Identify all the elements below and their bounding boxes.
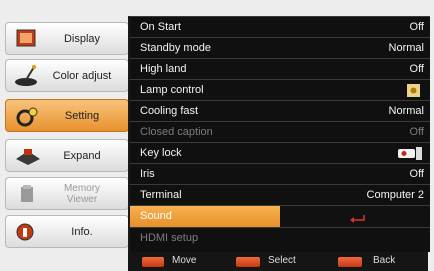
menu-row-label: Cooling fast <box>140 105 199 117</box>
projector-menu-screen: Display Color adjust Setting Expand Memo… <box>0 0 434 271</box>
setting-icon <box>14 105 42 127</box>
sidebar-item-label: Expand <box>63 149 101 162</box>
menu-row-label: Closed caption <box>140 126 213 138</box>
sidebar-item-setting[interactable]: Setting <box>5 99 129 132</box>
menu-row-standby-mode[interactable]: Standby mode Normal <box>130 37 430 59</box>
menu-row-value: Normal <box>388 42 424 54</box>
sidebar-item-label: Display <box>63 32 101 45</box>
menu-row-on-start[interactable]: On Start Off <box>130 16 430 38</box>
menu-row-terminal[interactable]: Terminal Computer 2 <box>130 184 430 206</box>
sidebar-item-label: Color adjust <box>52 69 112 82</box>
sidebar-item-display[interactable]: Display <box>5 22 129 55</box>
menu-row-hdmi-setup: HDMI setup <box>130 227 430 249</box>
menu-row-value: Off <box>409 21 424 33</box>
color-adjust-icon <box>14 64 42 87</box>
menu-row-label: Key lock <box>140 147 182 159</box>
menu-row-value: Off <box>409 126 424 138</box>
menu-row-label: Lamp control <box>140 84 204 96</box>
menu-row-label: Standby mode <box>140 42 211 54</box>
menu-row-label: Sound <box>140 210 172 222</box>
menu-row-closed-caption: Closed caption Off <box>130 121 430 143</box>
expand-icon <box>14 145 42 167</box>
move-button-icon <box>142 257 164 267</box>
menu-row-cooling-fast[interactable]: Cooling fast Normal <box>130 100 430 122</box>
display-icon <box>14 28 42 50</box>
sidebar-item-color-adjust[interactable]: Color adjust <box>5 59 129 92</box>
menu-row-label: HDMI setup <box>140 232 199 244</box>
menu-row-label: On Start <box>140 21 181 33</box>
menu-row-label: Iris <box>140 168 155 180</box>
sound-value-area <box>280 206 430 228</box>
menu-row-iris[interactable]: Iris Off <box>130 163 430 185</box>
sidebar-item-memory-viewer[interactable]: Memory Viewer <box>5 177 129 210</box>
button-guide-bar: Move Select Back <box>128 252 428 271</box>
select-hint: Select <box>268 255 296 266</box>
sidebar-item-expand[interactable]: Expand <box>5 139 129 172</box>
back-button-icon <box>338 257 362 267</box>
memory-viewer-icon <box>14 183 42 205</box>
menu-row-label: High land <box>140 63 187 75</box>
menu-row-key-lock[interactable]: Key lock <box>130 142 430 164</box>
sidebar-item-label: Memory Viewer <box>63 182 101 205</box>
menu-row-value: Computer 2 <box>366 189 424 201</box>
menu-row-value: Off <box>409 168 424 180</box>
menu-row-value: Normal <box>388 105 424 117</box>
menu-row-value: Off <box>409 63 424 75</box>
sidebar-item-label: Info. <box>71 225 93 238</box>
menu-row-sound[interactable]: Sound <box>130 205 430 228</box>
info-icon <box>14 221 42 243</box>
menu-row-lamp-control[interactable]: Lamp control <box>130 79 430 101</box>
setting-menu-panel: On Start Off Standby mode Normal High la… <box>128 16 430 252</box>
back-hint: Back <box>373 255 396 266</box>
menu-row-label: Terminal <box>140 189 182 201</box>
sidebar-item-label: Setting <box>64 109 100 122</box>
select-button-icon <box>236 257 260 267</box>
menu-row-high-land[interactable]: High land Off <box>130 58 430 80</box>
sidebar-item-info[interactable]: Info. <box>5 215 129 248</box>
move-hint: Move <box>172 255 197 266</box>
